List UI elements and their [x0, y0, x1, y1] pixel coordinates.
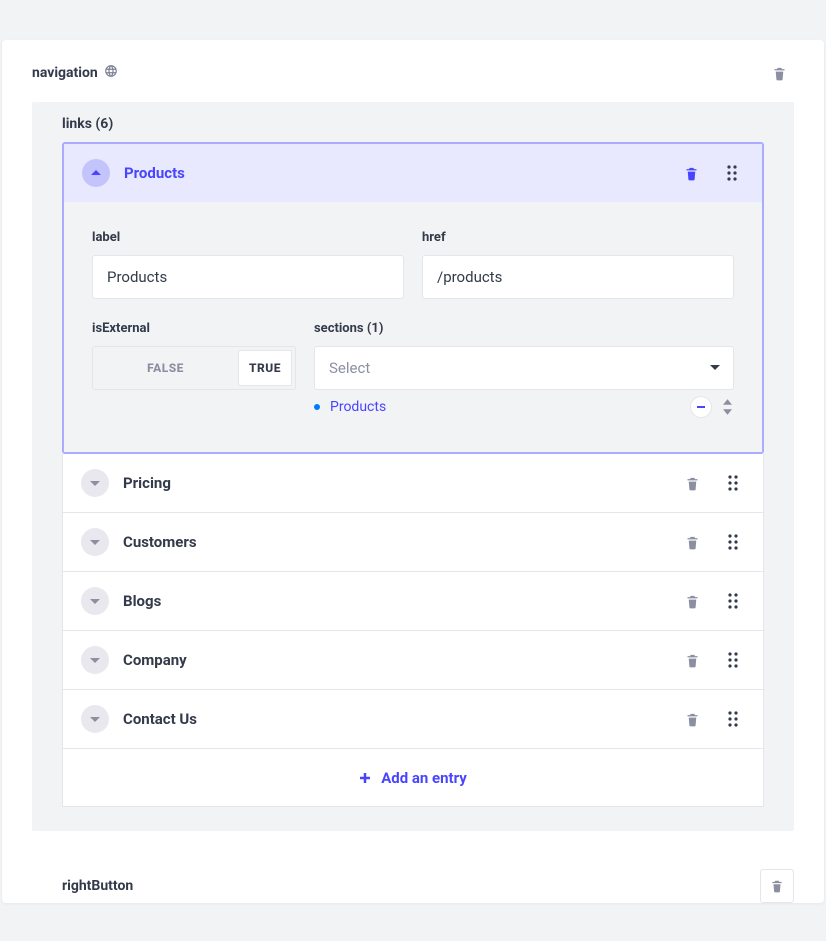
- expand-toggle[interactable]: [81, 528, 109, 556]
- delete-link-button[interactable]: [676, 158, 706, 188]
- link-item-contact-us: Contact Us: [62, 690, 764, 749]
- sort-down-button[interactable]: [720, 407, 734, 417]
- status-dot-icon: [314, 404, 320, 410]
- links-block: links (6) Products: [32, 102, 794, 831]
- isexternal-false[interactable]: FALSE: [93, 347, 238, 389]
- link-item-body: label href isExternal: [64, 202, 762, 452]
- delete-link-button[interactable]: [677, 704, 707, 734]
- delete-navigation-button[interactable]: [764, 58, 794, 88]
- drag-handle-icon[interactable]: [721, 530, 745, 554]
- expand-toggle[interactable]: [81, 705, 109, 733]
- link-item-title: Company: [123, 651, 663, 669]
- isexternal-true[interactable]: TRUE: [238, 350, 292, 386]
- link-item-title: Contact Us: [123, 710, 663, 728]
- label-field-label: label: [92, 230, 404, 245]
- link-item-header[interactable]: Blogs: [63, 572, 763, 630]
- add-entry-label: Add an entry: [381, 769, 467, 787]
- links-title: links (6): [32, 116, 794, 142]
- link-item-header[interactable]: Contact Us: [63, 690, 763, 748]
- link-item-customers: Customers: [62, 513, 764, 572]
- link-item-company: Company: [62, 631, 764, 690]
- section-tag-row: Products: [314, 390, 734, 418]
- delete-link-button[interactable]: [677, 527, 707, 557]
- links-items: Products label: [32, 142, 794, 831]
- link-item-header[interactable]: Customers: [63, 513, 763, 571]
- remove-section-button[interactable]: [690, 396, 712, 418]
- isexternal-field: isExternal FALSE TRUE: [92, 321, 296, 418]
- link-item-products: Products label: [62, 142, 764, 454]
- delete-link-button[interactable]: [677, 586, 707, 616]
- drag-handle-icon[interactable]: [721, 471, 745, 495]
- sort-arrows: [720, 397, 734, 417]
- drag-handle-icon[interactable]: [721, 589, 745, 613]
- isexternal-toggle: FALSE TRUE: [92, 346, 296, 390]
- drag-handle-icon[interactable]: [720, 161, 744, 185]
- collapse-toggle[interactable]: [82, 159, 110, 187]
- link-item-header[interactable]: Company: [63, 631, 763, 689]
- href-input[interactable]: [422, 255, 734, 299]
- link-item-title: Blogs: [123, 592, 663, 610]
- link-item-header[interactable]: Pricing: [63, 454, 763, 512]
- href-field: href: [422, 230, 734, 299]
- isexternal-label: isExternal: [92, 321, 296, 336]
- delete-link-button[interactable]: [677, 468, 707, 498]
- link-item-header[interactable]: Products: [64, 144, 762, 202]
- delete-link-button[interactable]: [677, 645, 707, 675]
- section-title-text: navigation: [32, 65, 98, 81]
- link-item-title: Products: [124, 164, 662, 182]
- drag-handle-icon[interactable]: [721, 648, 745, 672]
- section-title: navigation: [32, 64, 118, 82]
- sections-label: sections (1): [314, 321, 734, 336]
- link-item-title: Customers: [123, 533, 663, 551]
- label-input[interactable]: [92, 255, 404, 299]
- sections-field: sections (1) Select: [314, 321, 734, 418]
- expand-toggle[interactable]: [81, 646, 109, 674]
- section-link[interactable]: Products: [330, 399, 680, 415]
- rightbutton-row: rightButton: [2, 855, 824, 903]
- link-item-blogs: Blogs: [62, 572, 764, 631]
- globe-icon: [104, 64, 118, 82]
- href-field-label: href: [422, 230, 734, 245]
- sections-select[interactable]: Select: [314, 346, 734, 390]
- sort-up-button[interactable]: [720, 397, 734, 407]
- link-item-pricing: Pricing: [62, 454, 764, 513]
- rightbutton-label: rightButton: [62, 878, 133, 894]
- section-header: navigation: [2, 40, 824, 102]
- add-entry-button[interactable]: Add an entry: [62, 749, 764, 807]
- drag-handle-icon[interactable]: [721, 707, 745, 731]
- delete-rightbutton-button[interactable]: [760, 869, 794, 903]
- navigation-card: navigation links (6) Products: [2, 40, 824, 903]
- link-item-title: Pricing: [123, 474, 663, 492]
- expand-toggle[interactable]: [81, 587, 109, 615]
- expand-toggle[interactable]: [81, 469, 109, 497]
- label-field: label: [92, 230, 404, 299]
